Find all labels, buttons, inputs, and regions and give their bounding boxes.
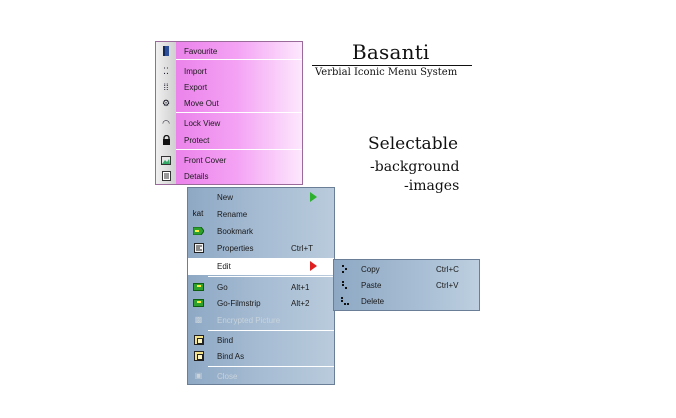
submenu-arrow-icon	[310, 192, 317, 202]
menu-item-label: Favourite	[184, 47, 218, 56]
menu-item-bind[interactable]: Bind	[188, 332, 334, 349]
picture-icon	[161, 155, 171, 165]
menu-separator	[176, 149, 302, 150]
menu-item-shortcut: Ctrl+T	[291, 244, 313, 253]
menu-item-front-cover[interactable]: Front Cover	[156, 152, 302, 168]
details-icon	[161, 171, 171, 181]
menu-item-bookmark[interactable]: Bookmark	[188, 223, 334, 240]
menu-item-shortcut: Alt+1	[291, 283, 310, 292]
bind-icon	[193, 335, 204, 345]
blue-context-menu: New kat Rename Bookmark Properties Ctrl+…	[187, 187, 335, 385]
menu-item-label: Export	[184, 83, 208, 92]
menu-item-bind-as[interactable]: Bind As	[188, 348, 334, 365]
go-filmstrip-icon	[193, 298, 204, 308]
export-dots-icon: ⁞⁞	[163, 82, 169, 92]
menu-item-go-filmstrip[interactable]: Go-Filmstrip Alt+2	[188, 295, 334, 312]
menu-item-go[interactable]: Go Alt+1	[188, 279, 334, 296]
menu-item-properties[interactable]: Properties Ctrl+T	[188, 240, 334, 257]
menu-item-label: Move Out	[184, 99, 219, 108]
menu-separator	[208, 276, 334, 277]
submenu-arrow-icon	[310, 261, 317, 271]
menu-item-label: Rename	[217, 210, 248, 219]
menu-separator	[208, 330, 334, 331]
menu-item-shortcut: Ctrl+C	[436, 265, 459, 274]
properties-icon	[193, 243, 204, 253]
pink-context-menu: Favourite ⁚⁚ Import ⁞⁞ Export ⚙ Move Out…	[155, 41, 303, 185]
close-icon: ▣	[194, 371, 203, 380]
title-underline	[312, 65, 472, 66]
menu-item-label: Bind As	[217, 352, 245, 361]
feature-note-images: -images	[404, 178, 460, 194]
menu-item-shortcut: Ctrl+V	[436, 281, 459, 290]
kat-icon: kat	[192, 209, 204, 218]
menu-item-label: Front Cover	[184, 156, 227, 165]
menu-separator	[176, 112, 302, 113]
menu-item-label: Details	[184, 172, 209, 181]
import-dots-icon: ⁚⁚	[163, 66, 169, 76]
app-title: Basanti	[352, 40, 430, 64]
menu-item-favourite[interactable]: Favourite	[156, 43, 302, 59]
delete-icon	[340, 296, 350, 306]
menu-item-label: Bind	[217, 336, 234, 345]
menu-item-label: New	[217, 193, 234, 202]
menu-item-label: Lock View	[184, 119, 221, 128]
menu-item-edit[interactable]: Edit	[188, 258, 334, 275]
copy-icon	[340, 264, 350, 274]
menu-item-label: Encrypted Picture	[217, 316, 281, 325]
menu-separator	[208, 366, 334, 367]
book-icon	[161, 46, 171, 56]
bookmark-icon	[193, 226, 204, 236]
menu-item-shortcut: Alt+2	[291, 299, 310, 308]
paste-icon	[340, 280, 350, 290]
menu-item-label: Edit	[217, 262, 231, 271]
menu-item-label: Close	[217, 372, 238, 381]
eye-icon: ◠	[162, 118, 170, 128]
menu-separator	[176, 59, 302, 60]
feature-note-background: -background	[370, 159, 460, 175]
menu-item-move-out[interactable]: ⚙ Move Out	[156, 95, 302, 111]
menu-item-rename[interactable]: kat Rename	[188, 206, 334, 223]
app-subtitle: Verbial Iconic Menu System	[315, 67, 458, 78]
menu-item-lock-view[interactable]: ◠ Lock View	[156, 115, 302, 131]
encrypted-picture-icon: ▩	[194, 315, 203, 324]
gear-icon: ⚙	[161, 98, 171, 108]
menu-item-label: Copy	[361, 265, 380, 274]
lock-icon	[161, 135, 171, 145]
menu-item-details[interactable]: Details	[156, 168, 302, 184]
menu-item-paste[interactable]: Paste Ctrl+V	[334, 277, 479, 293]
menu-item-label: Go-Filmstrip	[217, 299, 261, 308]
feature-note-heading: Selectable	[368, 134, 459, 154]
menu-item-encrypted-picture: ▩ Encrypted Picture	[188, 312, 334, 329]
menu-item-protect[interactable]: Protect	[156, 132, 302, 148]
menu-item-new[interactable]: New	[188, 189, 334, 206]
edit-submenu: Copy Ctrl+C Paste Ctrl+V Delete	[333, 259, 480, 311]
bind-as-icon	[193, 351, 204, 361]
menu-item-label: Paste	[361, 281, 382, 290]
menu-item-label: Import	[184, 67, 207, 76]
menu-item-copy[interactable]: Copy Ctrl+C	[334, 261, 479, 277]
menu-item-delete[interactable]: Delete	[334, 293, 479, 309]
menu-item-import[interactable]: ⁚⁚ Import	[156, 63, 302, 79]
menu-item-label: Go	[217, 283, 228, 292]
menu-item-export[interactable]: ⁞⁞ Export	[156, 79, 302, 95]
menu-item-label: Protect	[184, 136, 210, 145]
menu-item-label: Properties	[217, 244, 254, 253]
menu-item-label: Bookmark	[217, 227, 254, 236]
go-icon	[193, 282, 204, 292]
menu-item-label: Delete	[361, 297, 385, 306]
menu-item-close: ▣ Close	[188, 368, 334, 385]
